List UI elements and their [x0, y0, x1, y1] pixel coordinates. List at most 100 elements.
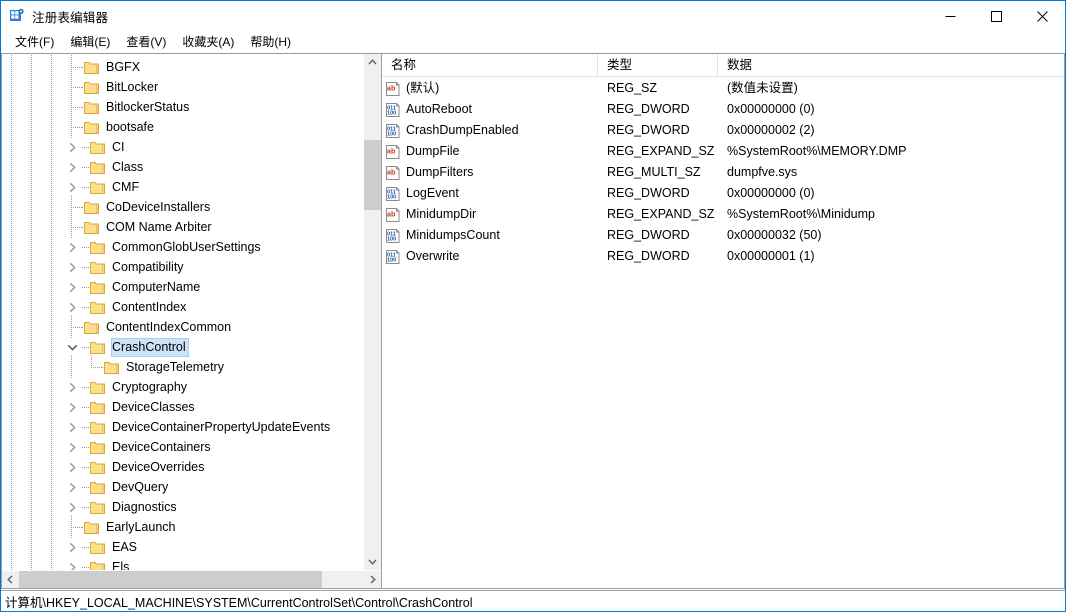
tree-item-com-name-arbiter[interactable]: COM Name Arbiter	[2, 215, 381, 239]
scroll-up-arrow[interactable]	[364, 54, 381, 71]
value-row[interactable]: 011 100 Overwrite REG_DWORD 0x00000001 (1)	[382, 246, 1064, 267]
minimize-button[interactable]	[927, 1, 973, 31]
tree-expander-expanded-icon[interactable]	[62, 337, 82, 357]
tree-item-class[interactable]: Class	[2, 155, 381, 179]
tree-item-els[interactable]: Els	[2, 555, 381, 570]
tree-item-label: bootsafe	[106, 119, 154, 134]
scroll-right-arrow[interactable]	[364, 571, 381, 588]
tree-expander-collapsed-icon[interactable]	[62, 257, 82, 277]
tree-expander-collapsed-icon[interactable]	[62, 377, 82, 397]
tree-item-contentindex[interactable]: ContentIndex	[2, 295, 381, 319]
scroll-down-arrow[interactable]	[364, 553, 381, 570]
folder-icon	[90, 280, 105, 294]
tree-expander-collapsed-icon[interactable]	[62, 157, 82, 177]
tree-indent-guide	[22, 515, 42, 539]
menu-view[interactable]: 查看(V)	[118, 31, 174, 53]
close-button[interactable]	[1019, 1, 1065, 31]
value-row[interactable]: 011 100 LogEvent REG_DWORD 0x00000000 (0)	[382, 183, 1064, 204]
tree-indent-guide	[42, 255, 62, 279]
tree-item-cmf[interactable]: CMF	[2, 175, 381, 199]
value-row[interactable]: ab DumpFilters REG_MULTI_SZ dumpfve.sys	[382, 162, 1064, 183]
tree-expander-collapsed-icon[interactable]	[62, 437, 82, 457]
tree-expander-collapsed-icon[interactable]	[62, 497, 82, 517]
folder-icon	[84, 220, 99, 234]
svg-text:ab: ab	[387, 146, 396, 155]
registry-tree: BGFX BitLocker BitlockerStatus bootsafe CI Cl…	[2, 54, 381, 570]
title-bar: 注册表编辑器	[1, 1, 1065, 31]
tree-expander-collapsed-icon[interactable]	[62, 457, 82, 477]
menu-help[interactable]: 帮助(H)	[242, 31, 299, 53]
tree-item-deviceclasses[interactable]: DeviceClasses	[2, 395, 381, 419]
value-data: 0x00000000 (0)	[727, 186, 815, 200]
tree-expander-collapsed-icon[interactable]	[62, 477, 82, 497]
tree-item-compatibility[interactable]: Compatibility	[2, 255, 381, 279]
tree-expander-collapsed-icon[interactable]	[62, 237, 82, 257]
value-name: CrashDumpEnabled	[406, 123, 519, 137]
tree-item-codeviceinstallers[interactable]: CoDeviceInstallers	[2, 195, 381, 219]
value-data: 0x00000002 (2)	[727, 123, 815, 137]
menu-favorites[interactable]: 收藏夹(A)	[174, 31, 242, 53]
tree-item-contentindexcommon[interactable]: ContentIndexCommon	[2, 315, 381, 339]
value-name: MinidumpDir	[406, 207, 477, 221]
tree-item-eas[interactable]: EAS	[2, 535, 381, 559]
registry-editor-window: 注册表编辑器 文件(F) 编辑(E) 查看(V) 收藏夹(A) 帮助(H) BG…	[0, 0, 1066, 612]
tree-expander-collapsed-icon[interactable]	[62, 297, 82, 317]
value-data: %SystemRoot%\MEMORY.DMP	[727, 144, 907, 158]
tree-horizontal-scrollbar[interactable]	[2, 570, 381, 588]
tree-item-crashcontrol[interactable]: CrashControl	[2, 335, 381, 359]
tree-item-cryptography[interactable]: Cryptography	[2, 375, 381, 399]
tree-expander-collapsed-icon[interactable]	[62, 137, 82, 157]
tree-item-storagetelemetry[interactable]: StorageTelemetry	[2, 355, 381, 379]
tree-item-devicecontainerpropertyupdateevents[interactable]: DeviceContainerPropertyUpdateEvents	[2, 415, 381, 439]
tree-connector-stub	[82, 497, 90, 517]
tree-indent-guide	[2, 135, 22, 159]
tree-item-deviceoverrides[interactable]: DeviceOverrides	[2, 455, 381, 479]
tree-indent-guide	[22, 75, 42, 99]
tree-item-devquery[interactable]: DevQuery	[2, 475, 381, 499]
tree-item-bootsafe[interactable]: bootsafe	[2, 115, 381, 139]
maximize-button[interactable]	[973, 1, 1019, 31]
tree-expander-collapsed-icon[interactable]	[62, 177, 82, 197]
tree-indent-guide	[2, 115, 22, 139]
menu-edit[interactable]: 编辑(E)	[62, 31, 118, 53]
tree-item-bitlocker[interactable]: BitLocker	[2, 75, 381, 99]
value-row[interactable]: 011 100 MinidumpsCount REG_DWORD 0x00000032 …	[382, 225, 1064, 246]
tree-expander-collapsed-icon[interactable]	[62, 277, 82, 297]
current-key-path: 计算机\HKEY_LOCAL_MACHINE\SYSTEM\CurrentCon…	[5, 595, 473, 610]
tree-indent-guide	[22, 415, 42, 439]
tree-item-devicecontainers[interactable]: DeviceContainers	[2, 435, 381, 459]
tree-connector-stub	[82, 297, 90, 317]
column-header-name[interactable]: 名称	[382, 54, 598, 76]
tree-expander-collapsed-icon[interactable]	[62, 397, 82, 417]
menu-file[interactable]: 文件(F)	[7, 31, 62, 53]
value-row[interactable]: 011 100 AutoReboot REG_DWORD 0x00000000 (0)	[382, 99, 1064, 120]
column-header-data[interactable]: 数据	[718, 54, 1064, 76]
value-row[interactable]: ab (默认) REG_SZ (数值未设置)	[382, 78, 1064, 99]
tree-item-commonglobusersettings[interactable]: CommonGlobUserSettings	[2, 235, 381, 259]
tree-item-ci[interactable]: CI	[2, 135, 381, 159]
tree-item-bitlockerstatus[interactable]: BitlockerStatus	[2, 95, 381, 119]
tree-indent-guide	[22, 555, 42, 570]
folder-icon	[90, 420, 105, 434]
tree-vertical-scrollbar[interactable]	[363, 54, 381, 570]
tree-item-earlylaunch[interactable]: EarlyLaunch	[2, 515, 381, 539]
column-header-type[interactable]: 类型	[598, 54, 718, 76]
value-row[interactable]: ab MinidumpDir REG_EXPAND_SZ %SystemRoot%\M…	[382, 204, 1064, 225]
folder-icon	[90, 480, 105, 494]
folder-icon	[84, 60, 99, 74]
values-column-header: 名称 类型 数据	[382, 54, 1064, 77]
tree-item-bgfx[interactable]: BGFX	[2, 55, 381, 79]
value-row[interactable]: ab DumpFile REG_EXPAND_SZ %SystemRoot%\MEMO…	[382, 141, 1064, 162]
tree-hscroll-thumb[interactable]	[19, 571, 322, 588]
value-name: DumpFile	[406, 144, 460, 158]
registry-tree-pane: BGFX BitLocker BitlockerStatus bootsafe CI Cl…	[1, 53, 381, 589]
value-row[interactable]: 011 100 CrashDumpEnabled REG_DWORD 0x0000000…	[382, 120, 1064, 141]
tree-item-computername[interactable]: ComputerName	[2, 275, 381, 299]
value-name: Overwrite	[406, 249, 460, 263]
tree-scroll-thumb[interactable]	[364, 140, 381, 210]
scroll-left-arrow[interactable]	[2, 571, 19, 588]
tree-expander-collapsed-icon[interactable]	[62, 537, 82, 557]
tree-expander-collapsed-icon[interactable]	[62, 417, 82, 437]
tree-expander-collapsed-icon[interactable]	[62, 557, 82, 570]
tree-item-diagnostics[interactable]: Diagnostics	[2, 495, 381, 519]
